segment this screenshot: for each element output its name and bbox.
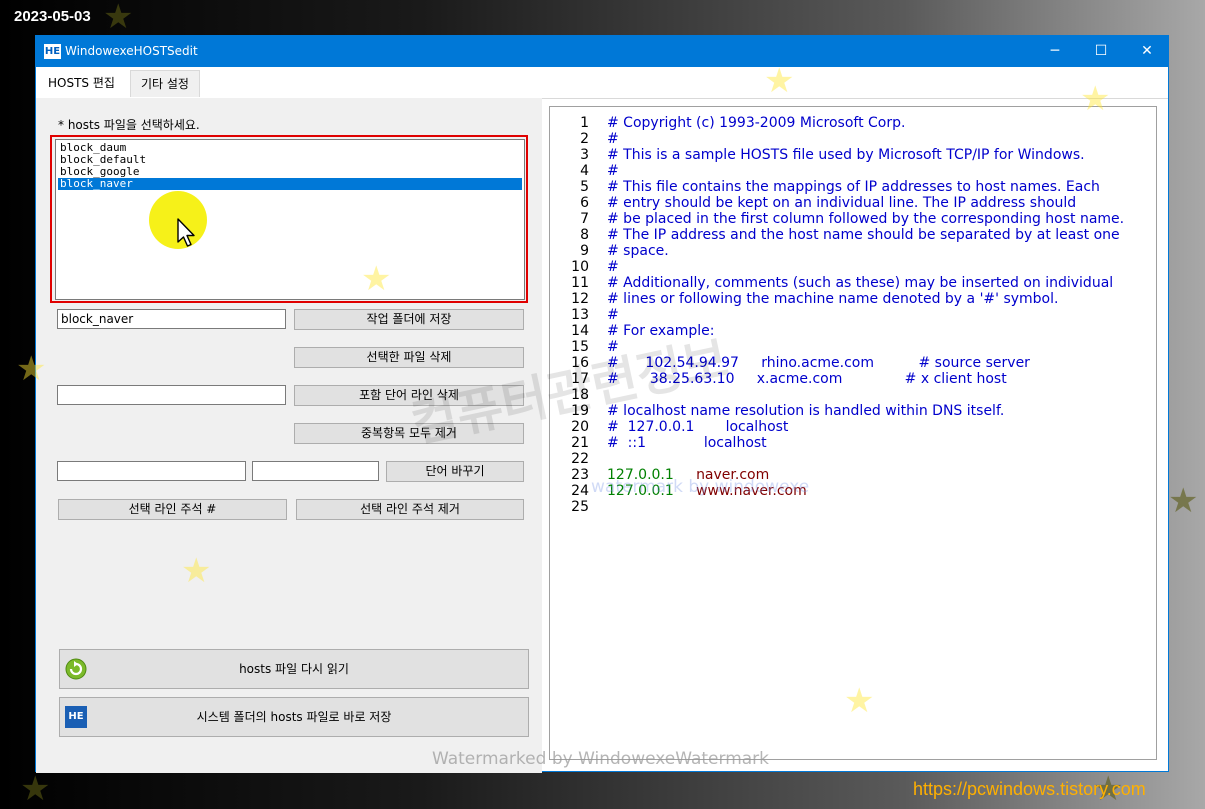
hosts-file-list[interactable]: block_daum block_default block_google bl… [55, 139, 525, 300]
editor-line[interactable]: 5 # This file contains the mappings of IP… [550, 179, 1150, 195]
line-number: 5 [580, 179, 589, 195]
editor-line[interactable]: 12 # lines or following the machine name … [550, 291, 1150, 307]
comment-selected-lines-button[interactable]: 선택 라인 주석 # [58, 499, 287, 520]
save-system-hosts-button[interactable]: HE 시스템 폴더의 hosts 파일로 바로 저장 [59, 697, 529, 737]
line-number: 13 [571, 307, 589, 323]
title-bar: HE WindowexeHOSTSedit ─ ☐ ✕ [36, 36, 1168, 67]
line-number: 22 [571, 451, 589, 467]
tab-other-settings[interactable]: 기타 설정 [130, 70, 200, 97]
editor-line[interactable]: 10 # [550, 259, 1150, 275]
star-decoration: ★ [1080, 79, 1111, 119]
line-number: 14 [571, 323, 589, 339]
line-number: 2 [580, 131, 589, 147]
minimize-button[interactable]: ─ [1032, 36, 1078, 67]
editor-line[interactable]: 3 # This is a sample HOSTS file used by M… [550, 147, 1150, 163]
comment-text: # Copyright (c) 1993-2009 Microsoft Corp… [607, 115, 906, 131]
comment-text: # 127.0.0.1 localhost [607, 419, 789, 435]
maximize-button[interactable]: ☐ [1078, 36, 1124, 67]
line-number: 9 [580, 243, 589, 259]
comment-text: # [607, 131, 619, 147]
line-number: 7 [580, 211, 589, 227]
star-decoration: ★ [764, 61, 795, 101]
line-number: 1 [580, 115, 589, 131]
editor-line[interactable]: 22 [550, 451, 1150, 467]
mid-watermark: watermark by windowexe [591, 477, 810, 497]
editor-line[interactable]: 20 # 127.0.0.1 localhost [550, 419, 1150, 435]
reload-hosts-button[interactable]: hosts 파일 다시 읽기 [59, 649, 529, 689]
comment-text: # [607, 307, 619, 323]
delete-selected-file-button[interactable]: 선택한 파일 삭제 [294, 347, 524, 368]
comment-text: # localhost name resolution is handled w… [607, 403, 1005, 419]
find-word-input[interactable] [57, 461, 246, 481]
editor-line[interactable]: 21 # ::1 localhost [550, 435, 1150, 451]
line-number: 3 [580, 147, 589, 163]
save-to-work-folder-button[interactable]: 작업 폴더에 저장 [294, 309, 524, 330]
star-decoration: ★ [1168, 481, 1199, 521]
tab-hosts-edit[interactable]: HOSTS 편집 [40, 70, 128, 97]
he-app-icon: HE [65, 706, 87, 728]
editor-line[interactable]: 8 # The IP address and the host name shou… [550, 227, 1150, 243]
reload-hosts-label: hosts 파일 다시 읽기 [239, 662, 349, 676]
replace-word-input[interactable] [252, 461, 379, 481]
comment-text: # space. [607, 243, 669, 259]
comment-text: # [607, 163, 619, 179]
app-icon: HE [44, 44, 61, 59]
select-file-prompt: * hosts 파일을 선택하세요. [58, 118, 200, 132]
comment-text: # ::1 localhost [607, 435, 767, 451]
editor-line[interactable]: 4 # [550, 163, 1150, 179]
editor-line[interactable]: 2 # [550, 131, 1150, 147]
line-number: 12 [571, 291, 589, 307]
comment-text: # This file contains the mappings of IP … [607, 179, 1100, 195]
comment-text: # lines or following the machine name de… [607, 291, 1059, 307]
editor-line[interactable]: 9 # space. [550, 243, 1150, 259]
line-number: 6 [580, 195, 589, 211]
save-system-hosts-label: 시스템 폴더의 hosts 파일로 바로 저장 [196, 710, 392, 724]
close-button[interactable]: ✕ [1124, 36, 1170, 67]
star-decoration: ★ [16, 349, 47, 389]
line-number: 24 [571, 483, 589, 499]
hosts-editor[interactable]: 1 # Copyright (c) 1993-2009 Microsoft Cor… [549, 106, 1157, 760]
line-number: 10 [571, 259, 589, 275]
bottom-watermark: Watermarked by WindowexeWatermark [432, 749, 770, 769]
window-title: WindowexeHOSTSedit [65, 44, 198, 58]
source-url-watermark: https://pcwindows.tistory.com [913, 779, 1146, 799]
comment-text: # [607, 259, 619, 275]
comment-text: # Additionally, comments (such as these)… [607, 275, 1114, 291]
filename-input[interactable]: block_naver [57, 309, 286, 329]
star-decoration: ★ [20, 769, 51, 809]
line-number: 8 [580, 227, 589, 243]
line-number: 11 [571, 275, 589, 291]
tab-strip: HOSTS 편집 기타 설정 [36, 67, 1168, 99]
refresh-icon [65, 658, 87, 680]
list-item-selected[interactable]: block_naver [58, 178, 522, 190]
editor-line[interactable]: 7 # be placed in the first column followe… [550, 211, 1150, 227]
star-decoration: ★ [361, 259, 392, 299]
comment-text: # entry should be kept on an individual … [607, 195, 1077, 211]
line-number: 23 [571, 467, 589, 483]
editor-line[interactable]: 11 # Additionally, comments (such as thes… [550, 275, 1150, 291]
star-decoration: ★ [181, 551, 212, 591]
line-number: 4 [580, 163, 589, 179]
editor-line[interactable]: 6 # entry should be kept on an individual… [550, 195, 1150, 211]
star-decoration: ★ [844, 681, 875, 721]
comment-text: # This is a sample HOSTS file used by Mi… [607, 147, 1085, 163]
replace-word-button[interactable]: 단어 바꾸기 [386, 461, 524, 482]
line-number: 21 [571, 435, 589, 451]
mouse-pointer-icon [177, 218, 195, 247]
editor-line[interactable]: 25 [550, 499, 1150, 515]
app-window: HE WindowexeHOSTSedit ─ ☐ ✕ HOSTS 편집 기타 … [16, 35, 1169, 773]
editor-line[interactable]: 1 # Copyright (c) 1993-2009 Microsoft Cor… [550, 115, 1150, 131]
line-number: 25 [571, 499, 589, 515]
word-filter-input[interactable] [57, 385, 286, 405]
star-decoration: ★ [103, 0, 134, 37]
uncomment-selected-lines-button[interactable]: 선택 라인 주석 제거 [296, 499, 524, 520]
comment-text: # The IP address and the host name shoul… [607, 227, 1120, 243]
date-stamp: 2023-05-03 [14, 8, 91, 25]
editor-line[interactable]: 13 # [550, 307, 1150, 323]
comment-text: # be placed in the first column followed… [607, 211, 1125, 227]
